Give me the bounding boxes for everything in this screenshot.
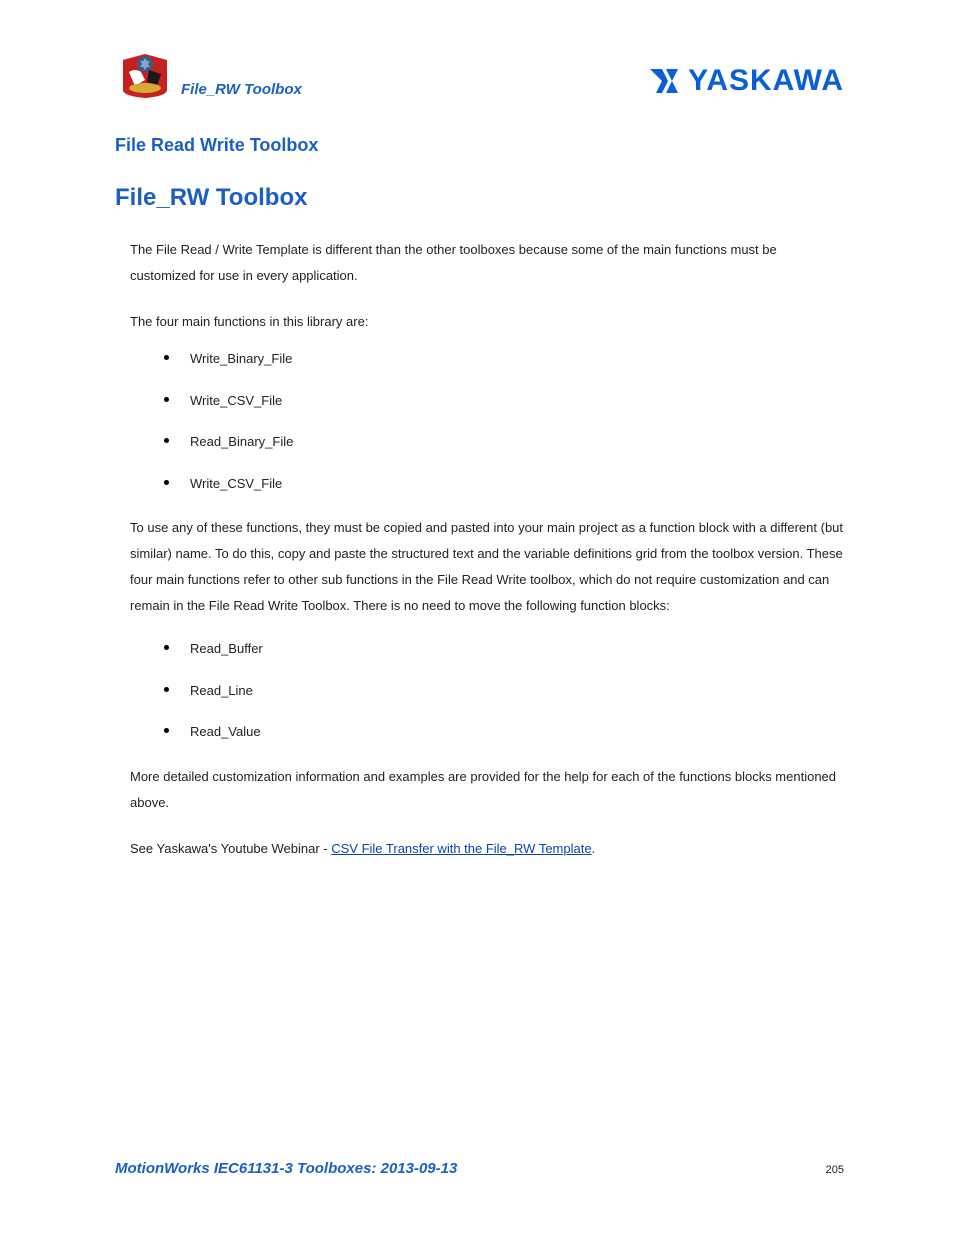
page-header: File_RW Toolbox YASKAWA — [115, 50, 844, 100]
yaskawa-logo: YASKAWA — [648, 64, 844, 100]
paragraph-intro: The File Read / Write Template is differ… — [130, 237, 844, 289]
main-title: File_RW Toolbox — [115, 184, 844, 212]
header-left-group: File_RW Toolbox — [115, 50, 302, 100]
sub-functions-list: Read_Buffer Read_Line Read_Value — [130, 639, 844, 742]
list-item: Write_CSV_File — [190, 391, 844, 411]
list-item: Write_Binary_File — [190, 349, 844, 369]
paragraph-more-info: More detailed customization information … — [130, 764, 844, 816]
footer-title: MotionWorks IEC61131-3 Toolboxes: 2013-0… — [115, 1160, 457, 1177]
list-item: Read_Binary_File — [190, 432, 844, 452]
paragraph-link-line: See Yaskawa's Youtube Webinar - CSV File… — [130, 836, 844, 862]
content-body: The File Read / Write Template is differ… — [115, 237, 844, 862]
list-item: Read_Value — [190, 722, 844, 742]
yaskawa-mark-icon — [648, 67, 682, 95]
link-suffix-text: . — [592, 841, 596, 856]
toolbox-logo-icon — [115, 50, 175, 100]
list-item: Read_Line — [190, 681, 844, 701]
yaskawa-company-name: YASKAWA — [688, 64, 844, 98]
main-functions-list: Write_Binary_File Write_CSV_File Read_Bi… — [130, 349, 844, 493]
list-item: Read_Buffer — [190, 639, 844, 659]
page-number: 205 — [826, 1164, 844, 1176]
header-toolbox-title: File_RW Toolbox — [181, 81, 302, 100]
section-title: File Read Write Toolbox — [115, 135, 844, 156]
paragraph-list1-intro: The four main functions in this library … — [130, 309, 844, 335]
list-item: Write_CSV_File — [190, 474, 844, 494]
page-footer: MotionWorks IEC61131-3 Toolboxes: 2013-0… — [115, 1160, 844, 1177]
youtube-webinar-link[interactable]: CSV File Transfer with the File_RW Templ… — [331, 841, 591, 856]
link-prefix-text: See Yaskawa's Youtube Webinar - — [130, 841, 331, 856]
paragraph-usage: To use any of these functions, they must… — [130, 515, 844, 619]
